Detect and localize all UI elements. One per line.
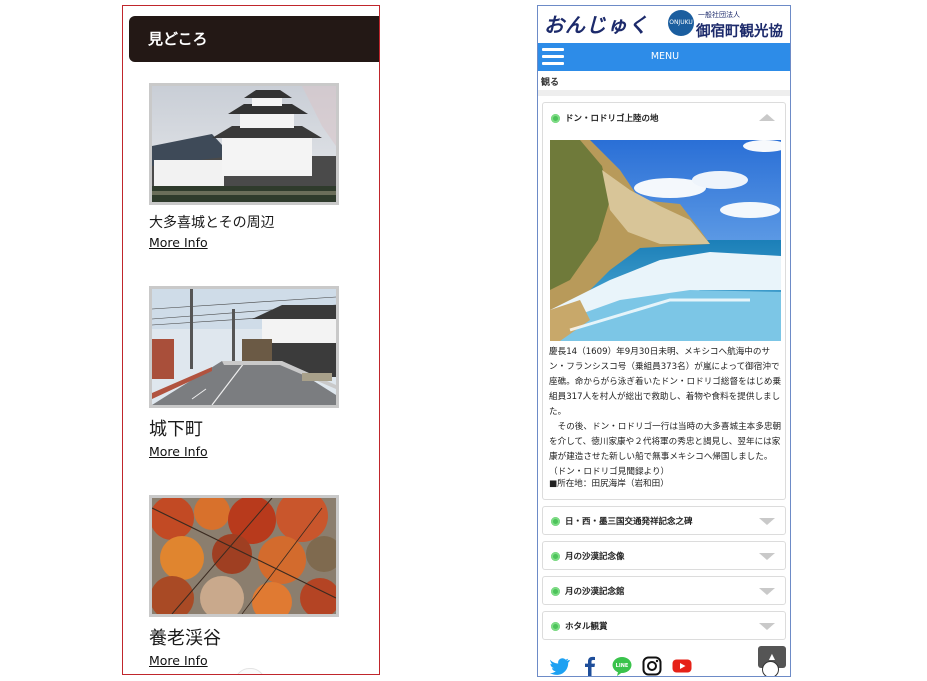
association-emblem-text: ONJUKU — [669, 19, 693, 26]
description-paragraph: 慶長14（1609）年9月30日未明、メキシコへ航海中のサン・フランシスコ号（乗… — [549, 347, 782, 417]
accordion-title[interactable]: 月の沙漠記念館 — [565, 585, 625, 597]
menu-bar[interactable]: MENU — [538, 43, 790, 71]
spot-title: 大多喜城とその周辺 — [149, 215, 275, 231]
castle-town-photo[interactable] — [149, 286, 339, 408]
left-phone-screen: 見どころ 大多喜城とその周辺 More Info 城下町 More Info 養… — [122, 5, 380, 675]
section-header-title: 見どころ — [148, 30, 208, 48]
more-info-link[interactable]: More Info — [149, 235, 208, 250]
line-icon[interactable]: LINE — [612, 656, 632, 676]
spot-title: 養老渓谷 — [149, 628, 221, 649]
description-paragraph: その後、ドン・ロドリゴ一行は当時の大多喜城主本多忠朝を介して、徳川家康や２代将軍… — [549, 422, 782, 477]
association-emblem-icon: ONJUKU — [668, 10, 694, 36]
accordion-item[interactable]: 月の沙漠記念館 — [542, 576, 786, 605]
green-dot-icon — [551, 552, 560, 561]
scroll-indicator[interactable] — [235, 668, 265, 674]
accordion-title[interactable]: 日・西・墨三国交通発祥記念之碑 — [565, 515, 693, 527]
spot-description: 慶長14（1609）年9月30日未明、メキシコへ航海中のサン・フランシスコ号（乗… — [549, 345, 783, 480]
line-icon-text: LINE — [616, 663, 629, 669]
facebook-icon[interactable] — [580, 656, 600, 676]
valley-photo[interactable] — [149, 495, 339, 617]
social-links: LINE — [538, 654, 790, 676]
accordion-item[interactable]: 日・西・墨三国交通発祥記念之碑 — [542, 506, 786, 535]
spot-card: 大多喜城とその周辺 More Info — [149, 83, 349, 251]
chevron-down-icon[interactable] — [759, 588, 775, 595]
spot-card: 養老渓谷 More Info — [149, 495, 349, 669]
castle-photo[interactable] — [149, 83, 339, 205]
chevron-down-icon[interactable] — [759, 623, 775, 630]
section-header: 見どころ — [129, 16, 379, 62]
accordion-title[interactable]: 月の沙漠記念像 — [565, 550, 625, 562]
youtube-icon[interactable] — [672, 656, 692, 676]
instagram-icon[interactable] — [642, 656, 662, 676]
more-info-link[interactable]: More Info — [149, 444, 208, 459]
accordion-item-open: ドン・ロドリゴ上陸の地 慶長14（1609）年9月30日未明、メキシコへ航海中の… — [542, 102, 786, 500]
scroll-circle-icon[interactable] — [762, 661, 779, 676]
green-dot-icon — [551, 114, 560, 123]
section-label: 観る — [541, 78, 560, 88]
association-type-label: 一般社団法人 — [698, 11, 740, 19]
green-dot-icon — [551, 587, 560, 596]
brand-logo[interactable]: おんじゅく — [544, 9, 649, 38]
accordion-item[interactable]: 月の沙漠記念像 — [542, 541, 786, 570]
twitter-icon[interactable] — [550, 656, 570, 676]
green-dot-icon — [551, 622, 560, 631]
brand-header: おんじゅく ONJUKU 一般社団法人 御宿町観光協会 — [538, 6, 790, 61]
section-divider — [538, 90, 790, 96]
back-to-top-arrow-icon: ▲ — [768, 652, 776, 661]
menu-label[interactable]: MENU — [538, 43, 790, 71]
more-info-link[interactable]: More Info — [149, 653, 208, 668]
location-text: ■所在地：田尻海岸（岩和田） — [549, 479, 669, 489]
accordion-item[interactable]: ホタル観賞 — [542, 611, 786, 640]
chevron-down-icon[interactable] — [759, 518, 775, 525]
spot-card: 城下町 More Info — [149, 286, 349, 460]
coast-cliff-photo — [550, 140, 781, 341]
right-phone-screen: おんじゅく ONJUKU 一般社団法人 御宿町観光協会 MENU 観る ドン・ロ… — [537, 5, 791, 677]
accordion-title[interactable]: ドン・ロドリゴ上陸の地 — [565, 112, 659, 124]
chevron-up-icon[interactable] — [759, 114, 775, 121]
accordion-title[interactable]: ホタル観賞 — [565, 620, 608, 632]
spot-title: 城下町 — [149, 419, 203, 440]
green-dot-icon — [551, 517, 560, 526]
chevron-down-icon[interactable] — [759, 553, 775, 560]
